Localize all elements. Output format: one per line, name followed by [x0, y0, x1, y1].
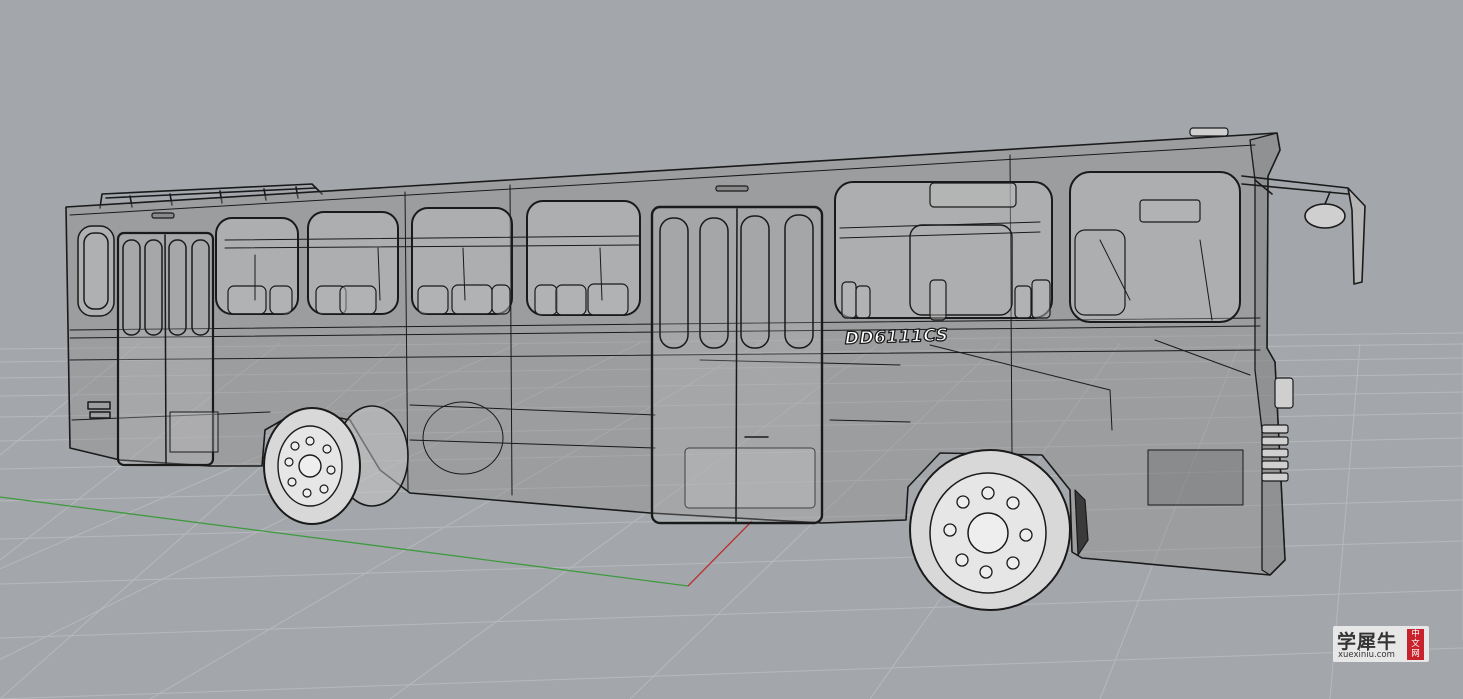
bus-model-label: DD6111CS	[844, 325, 948, 349]
middle-door	[650, 205, 824, 525]
bus-model[interactable]: DD6111CS	[65, 127, 1366, 611]
watermark-url: xuexiniu.com	[1338, 650, 1395, 660]
rhino-perspective-viewport[interactable]: DD6111CS	[0, 0, 1463, 699]
watermark-badge: 中文网	[1407, 629, 1424, 660]
watermark-logo: 学犀牛 xuexiniu.com 中文网	[1333, 626, 1429, 662]
x-axis-line	[687, 520, 753, 587]
